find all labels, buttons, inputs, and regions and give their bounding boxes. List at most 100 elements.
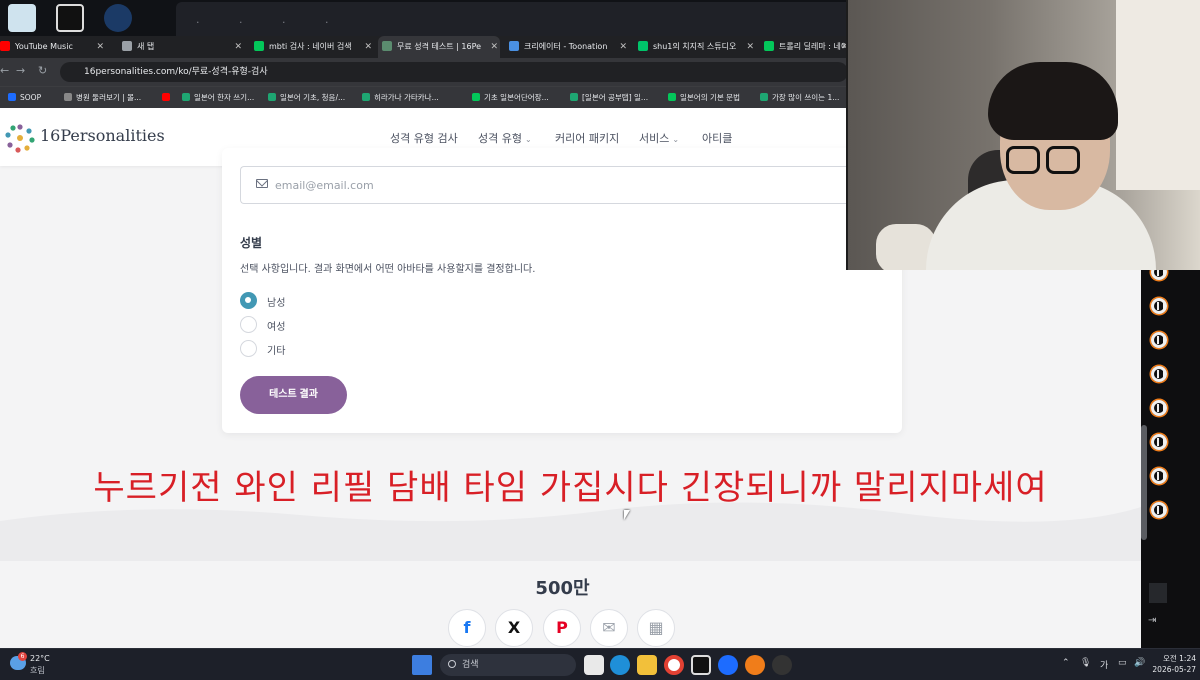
taskview-icon[interactable] bbox=[584, 655, 604, 675]
bookmark-favicon-icon bbox=[64, 93, 72, 101]
app-arrow-icon[interactable] bbox=[718, 655, 738, 675]
chevron-up-icon[interactable]: ⌃ bbox=[1062, 658, 1070, 668]
chat-icon[interactable]: ▭ bbox=[1118, 658, 1127, 668]
email-share-button[interactable]: ✉ bbox=[590, 609, 628, 647]
bookmark-item[interactable]: 히라가나 가타카나... bbox=[362, 87, 439, 109]
overwatch-icon[interactable] bbox=[1151, 400, 1167, 416]
radio-other[interactable]: 기타 bbox=[240, 340, 320, 358]
browser-tab[interactable]: 크리에이터 - Toonation ✕ bbox=[505, 36, 629, 58]
browser-tab[interactable]: mbti 검사 : 네이버 검색 ✕ bbox=[250, 36, 374, 58]
close-icon[interactable]: ✕ bbox=[234, 36, 242, 58]
bookmark-label: 병원 둘러보기 | 몰... bbox=[76, 93, 142, 102]
bookmark-item[interactable]: [일본어 공부탭] 일... bbox=[570, 87, 648, 109]
overwatch-icon[interactable] bbox=[1151, 502, 1167, 518]
browser-tab[interactable]: 무료 성격 테스트 | 16Pe ✕ bbox=[378, 36, 500, 58]
nav-career[interactable]: 커리어 패키지 bbox=[555, 130, 619, 146]
close-icon[interactable]: ✕ bbox=[96, 36, 104, 58]
email-field[interactable] bbox=[240, 166, 900, 204]
edge-icon[interactable] bbox=[610, 655, 630, 675]
bookmark-label: [일본어 공부탭] 일... bbox=[582, 93, 649, 102]
app-p-taskbar-icon[interactable] bbox=[691, 655, 711, 675]
bookmark-item[interactable]: 기초 일본어단어장... bbox=[472, 87, 549, 109]
bookmarks-bar: SOOP 병원 둘러보기 | 몰... 일본어 한자 쓰기... 일본어 기초, 청음… bbox=[0, 86, 848, 108]
bookmark-item[interactable]: 일본어 한자 쓰기... bbox=[182, 87, 254, 109]
browser-tab[interactable]: 트롤리 딜레마 : 네이 ✕ bbox=[760, 36, 850, 58]
x-share-button[interactable]: X bbox=[495, 609, 533, 647]
bookmark-item[interactable]: 일본어의 기본 문법 bbox=[668, 87, 740, 109]
address-toolbar: ← → ↻ 16personalities.com/ko/무료-성격-유형-검사 bbox=[0, 58, 848, 86]
taskbar-clock[interactable]: 오전 1:24 2026-05-27 bbox=[1152, 653, 1196, 675]
browser-tab[interactable]: YouTube Music ✕ bbox=[0, 36, 106, 58]
pinterest-share-button[interactable]: P bbox=[543, 609, 581, 647]
logo-text[interactable]: 16Personalities bbox=[40, 126, 165, 145]
bookmark-item[interactable]: 일본어 기초, 청음/... bbox=[268, 87, 345, 109]
email-input[interactable] bbox=[275, 175, 675, 195]
browser-tab[interactable]: shu1의 치지직 스튜디오 ✕ bbox=[634, 36, 756, 58]
close-icon[interactable]: ✕ bbox=[364, 36, 372, 58]
weather-widget[interactable]: 6 22°C 흐림 bbox=[10, 652, 90, 676]
bookmark-label: 히라가나 가타카나... bbox=[374, 93, 439, 102]
obs-icon[interactable] bbox=[772, 655, 792, 675]
tab-favicon-icon bbox=[509, 41, 519, 51]
bookmark-item[interactable] bbox=[162, 87, 174, 109]
clock-date: 2026-05-27 bbox=[1152, 665, 1196, 674]
share-count: 500만 bbox=[535, 578, 590, 599]
windows-start-icon[interactable] bbox=[412, 655, 432, 675]
bookmark-item[interactable]: 가장 많이 쓰이는 1... bbox=[760, 87, 839, 109]
exit-icon[interactable]: ⇥ bbox=[1148, 615, 1156, 626]
mic-icon[interactable]: 🎙 bbox=[1080, 658, 1091, 668]
email-icon: ✉ bbox=[602, 618, 616, 637]
browser-tab[interactable]: 새 탭 ✕ bbox=[118, 36, 244, 58]
background-window: · · · · bbox=[176, 2, 856, 38]
tab-favicon-icon bbox=[638, 41, 648, 51]
nav-articles[interactable]: 아티클 bbox=[702, 130, 732, 146]
overwatch-icon[interactable] bbox=[1151, 366, 1167, 382]
nav-personality-test[interactable]: 성격 유형 검사 bbox=[390, 130, 458, 146]
mail-icon bbox=[256, 179, 268, 188]
radio-female[interactable]: 여성 bbox=[240, 316, 320, 334]
taskbar-search[interactable]: 검색 bbox=[440, 654, 576, 676]
overwatch-icon[interactable] bbox=[1151, 298, 1167, 314]
forward-icon[interactable]: → bbox=[16, 64, 25, 77]
radio-circle[interactable] bbox=[240, 340, 257, 357]
overwatch-icon[interactable] bbox=[1151, 468, 1167, 484]
taskbar: 6 22°C 흐림 검색 ⌃ 🎙 가 ▭ 🔊 오전 1:24 2026-05-2… bbox=[0, 648, 1200, 680]
reload-icon[interactable]: ↻ bbox=[38, 64, 47, 77]
back-icon[interactable]: ← bbox=[0, 64, 9, 77]
bookmark-favicon-icon bbox=[182, 93, 190, 101]
bookmark-item[interactable]: 병원 둘러보기 | 몰... bbox=[64, 87, 141, 109]
volume-icon[interactable]: 🔊 bbox=[1134, 658, 1145, 668]
close-icon[interactable]: ✕ bbox=[619, 36, 627, 58]
radio-circle[interactable] bbox=[240, 316, 257, 333]
radio-circle[interactable] bbox=[240, 292, 257, 309]
ime-indicator[interactable]: 가 bbox=[1100, 658, 1108, 671]
test-result-button[interactable]: 테스트 결과 bbox=[240, 376, 347, 414]
chrome-icon[interactable] bbox=[664, 655, 684, 675]
scrollbar[interactable] bbox=[1141, 425, 1147, 540]
nav-services[interactable]: 서비스 ⌄ bbox=[639, 130, 679, 146]
nav-personality-types[interactable]: 성격 유형 ⌄ bbox=[478, 130, 532, 146]
steam-icon[interactable] bbox=[104, 4, 132, 32]
logo-icon[interactable] bbox=[4, 122, 36, 154]
tab-label: 새 탭 bbox=[137, 42, 155, 51]
url-bar[interactable]: 16personalities.com/ko/무료-성격-유형-검사 bbox=[60, 62, 848, 82]
app-p-icon[interactable] bbox=[56, 4, 84, 32]
qr-share-button[interactable]: ▦ bbox=[637, 609, 675, 647]
bookmark-item[interactable]: SOOP bbox=[8, 87, 41, 109]
tab-label: mbti 검사 : 네이버 검색 bbox=[269, 42, 352, 51]
overwatch-icon[interactable] bbox=[745, 655, 765, 675]
explorer-icon[interactable] bbox=[637, 655, 657, 675]
tab-label: YouTube Music bbox=[15, 42, 73, 51]
overwatch-icon[interactable] bbox=[1151, 434, 1167, 450]
overwatch-icon[interactable] bbox=[1151, 332, 1167, 348]
search-label: 검색 bbox=[462, 660, 479, 670]
close-icon[interactable]: ✕ bbox=[490, 36, 498, 58]
tab-favicon-icon bbox=[382, 41, 392, 51]
radio-label: 여성 bbox=[267, 322, 286, 333]
close-icon[interactable]: ✕ bbox=[746, 36, 754, 58]
recycle-bin-icon[interactable] bbox=[8, 4, 36, 32]
radio-male[interactable]: 남성 bbox=[240, 292, 320, 310]
bookmark-favicon-icon bbox=[268, 93, 276, 101]
glasses-left bbox=[1006, 146, 1040, 174]
facebook-share-button[interactable]: f bbox=[448, 609, 486, 647]
